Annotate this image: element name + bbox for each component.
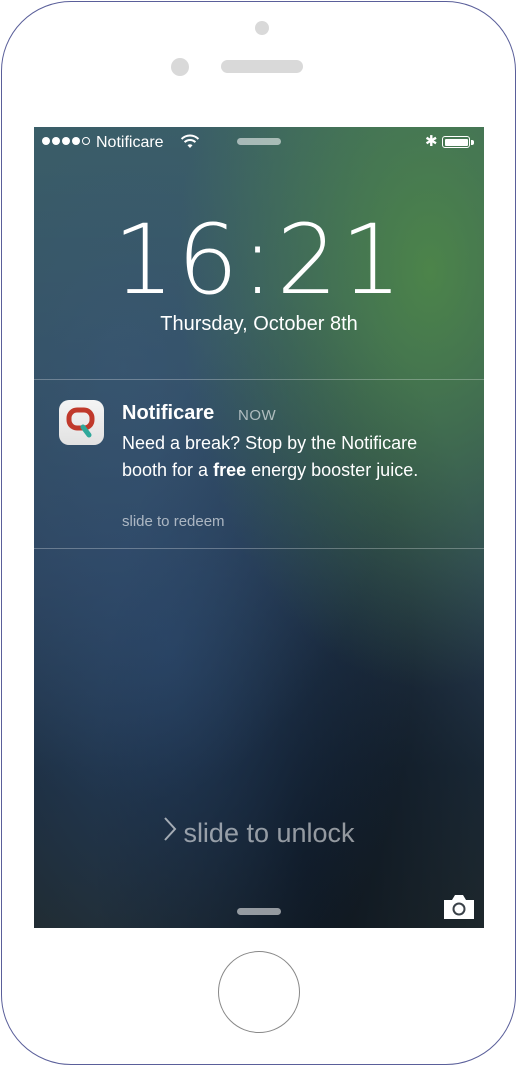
- slide-to-unlock[interactable]: slide to unlock: [34, 816, 484, 849]
- notification-app-name: Notificare: [122, 402, 215, 424]
- control-center-grabber[interactable]: [237, 908, 281, 915]
- lock-clock: 16:21: [113, 204, 405, 316]
- notification-message-bold: free: [213, 459, 247, 480]
- home-button[interactable]: [218, 951, 300, 1033]
- status-bar: Notificare ✱: [34, 127, 484, 157]
- lock-date: Thursday, October 8th: [160, 313, 358, 335]
- lock-screen: Notificare ✱ 16:21 Thursday, October 8th…: [34, 127, 484, 928]
- notification-time: NOW: [238, 407, 277, 424]
- signal-strength-icon: [42, 137, 90, 145]
- notification-center-grabber[interactable]: [237, 138, 281, 145]
- notification-divider-bottom: [34, 548, 484, 549]
- front-camera: [255, 21, 269, 35]
- proximity-sensor: [171, 58, 189, 76]
- notification-card[interactable]: Notificare NOW Need a break? Stop by the…: [34, 380, 484, 547]
- slide-to-unlock-label: slide to unlock: [183, 818, 355, 848]
- carrier-name: Notificare: [96, 134, 164, 151]
- chevron-right-icon: [163, 816, 177, 849]
- notificare-app-icon: [59, 400, 104, 445]
- bluetooth-icon: ✱: [425, 133, 438, 150]
- camera-icon[interactable]: [442, 894, 476, 920]
- earpiece-speaker: [221, 60, 303, 73]
- battery-icon: [442, 136, 470, 148]
- wifi-icon: [180, 134, 200, 148]
- notification-message: Need a break? Stop by the Notificare boo…: [122, 433, 419, 480]
- slide-to-redeem-action[interactable]: slide to redeem: [122, 513, 225, 530]
